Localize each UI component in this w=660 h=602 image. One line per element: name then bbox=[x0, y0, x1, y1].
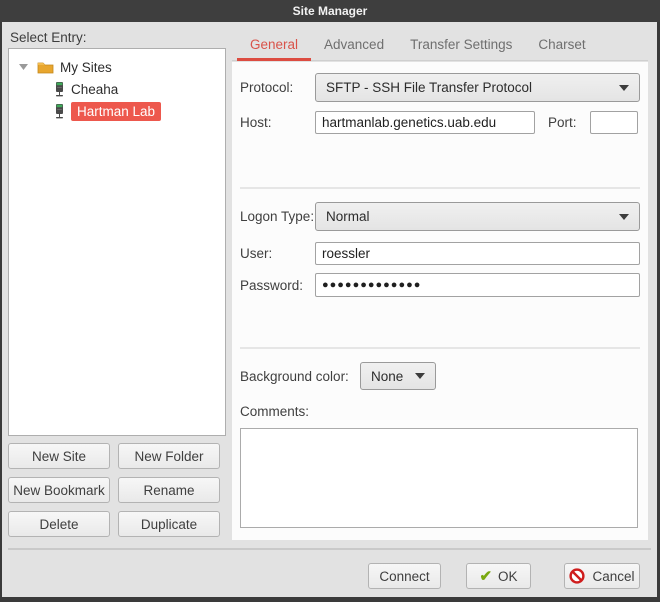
background-color-select[interactable]: None bbox=[360, 362, 436, 390]
server-icon bbox=[54, 103, 65, 120]
password-label: Password: bbox=[240, 273, 303, 297]
chevron-down-icon bbox=[415, 373, 425, 379]
cancel-button[interactable]: Cancel bbox=[564, 563, 640, 589]
window-title: Site Manager bbox=[293, 4, 368, 18]
port-input[interactable] bbox=[590, 111, 638, 134]
dialog-content: Select Entry: My Sites Cheaha bbox=[2, 22, 657, 597]
tree-item-my-sites[interactable]: My Sites bbox=[9, 56, 225, 78]
delete-button[interactable]: Delete bbox=[8, 511, 110, 537]
notebook-tabbar: General Advanced Transfer Settings Chars… bbox=[232, 30, 648, 61]
logon-type-select[interactable]: Normal bbox=[315, 202, 640, 231]
background-color-selected-value: None bbox=[371, 369, 407, 384]
background-color-label: Background color: bbox=[240, 362, 349, 390]
select-entry-label: Select Entry: bbox=[10, 30, 87, 45]
new-folder-button[interactable]: New Folder bbox=[118, 443, 220, 469]
site-action-buttons: New Site New Folder New Bookmark Rename … bbox=[8, 443, 220, 537]
server-icon bbox=[54, 81, 65, 98]
protocol-selected-value: SFTP - SSH File Transfer Protocol bbox=[326, 80, 611, 95]
host-label: Host: bbox=[240, 111, 272, 134]
tree-item-label: Cheaha bbox=[71, 82, 118, 97]
tab-general[interactable]: General bbox=[237, 31, 311, 61]
duplicate-button[interactable]: Duplicate bbox=[118, 511, 220, 537]
separator bbox=[240, 347, 640, 349]
port-label: Port: bbox=[548, 111, 577, 134]
new-site-button[interactable]: New Site bbox=[8, 443, 110, 469]
user-input[interactable] bbox=[315, 242, 640, 265]
logon-type-label: Logon Type: bbox=[240, 202, 314, 231]
logon-type-selected-value: Normal bbox=[326, 209, 611, 224]
ok-button[interactable]: ✔ OK bbox=[466, 563, 531, 589]
tree-item-label-selected: Hartman Lab bbox=[71, 102, 161, 121]
tab-charset[interactable]: Charset bbox=[525, 31, 598, 61]
cancel-button-label: Cancel bbox=[592, 569, 634, 584]
chevron-down-icon bbox=[619, 214, 629, 220]
site-tree[interactable]: My Sites Cheaha bbox=[8, 48, 226, 436]
folder-icon bbox=[37, 61, 54, 74]
comments-label: Comments: bbox=[240, 402, 309, 420]
prohibition-icon bbox=[569, 568, 585, 584]
connect-button[interactable]: Connect bbox=[368, 563, 441, 589]
tree-item-label: My Sites bbox=[60, 60, 112, 75]
ok-button-label: OK bbox=[498, 569, 518, 584]
tab-transfer-settings[interactable]: Transfer Settings bbox=[397, 31, 525, 61]
titlebar[interactable]: Site Manager bbox=[0, 0, 660, 22]
general-panel: Protocol: SFTP - SSH File Transfer Proto… bbox=[232, 62, 648, 540]
new-bookmark-button[interactable]: New Bookmark bbox=[8, 477, 110, 503]
tree-item-cheaha[interactable]: Cheaha bbox=[9, 78, 225, 100]
rename-button[interactable]: Rename bbox=[118, 477, 220, 503]
protocol-select[interactable]: SFTP - SSH File Transfer Protocol bbox=[315, 73, 640, 102]
user-label: User: bbox=[240, 242, 272, 265]
comments-textarea[interactable] bbox=[240, 428, 638, 528]
protocol-label: Protocol: bbox=[240, 73, 293, 102]
expander-down-icon[interactable] bbox=[19, 64, 28, 70]
password-input[interactable] bbox=[315, 273, 640, 297]
tab-advanced[interactable]: Advanced bbox=[311, 31, 397, 61]
site-manager-dialog: Site Manager Select Entry: My Sites bbox=[0, 0, 660, 602]
chevron-down-icon bbox=[619, 85, 629, 91]
tree-item-hartman-lab[interactable]: Hartman Lab bbox=[9, 100, 225, 122]
host-input[interactable] bbox=[315, 111, 535, 134]
separator bbox=[240, 187, 640, 189]
connect-button-label: Connect bbox=[379, 569, 429, 584]
check-icon: ✔ bbox=[479, 567, 492, 585]
separator bbox=[8, 548, 651, 550]
